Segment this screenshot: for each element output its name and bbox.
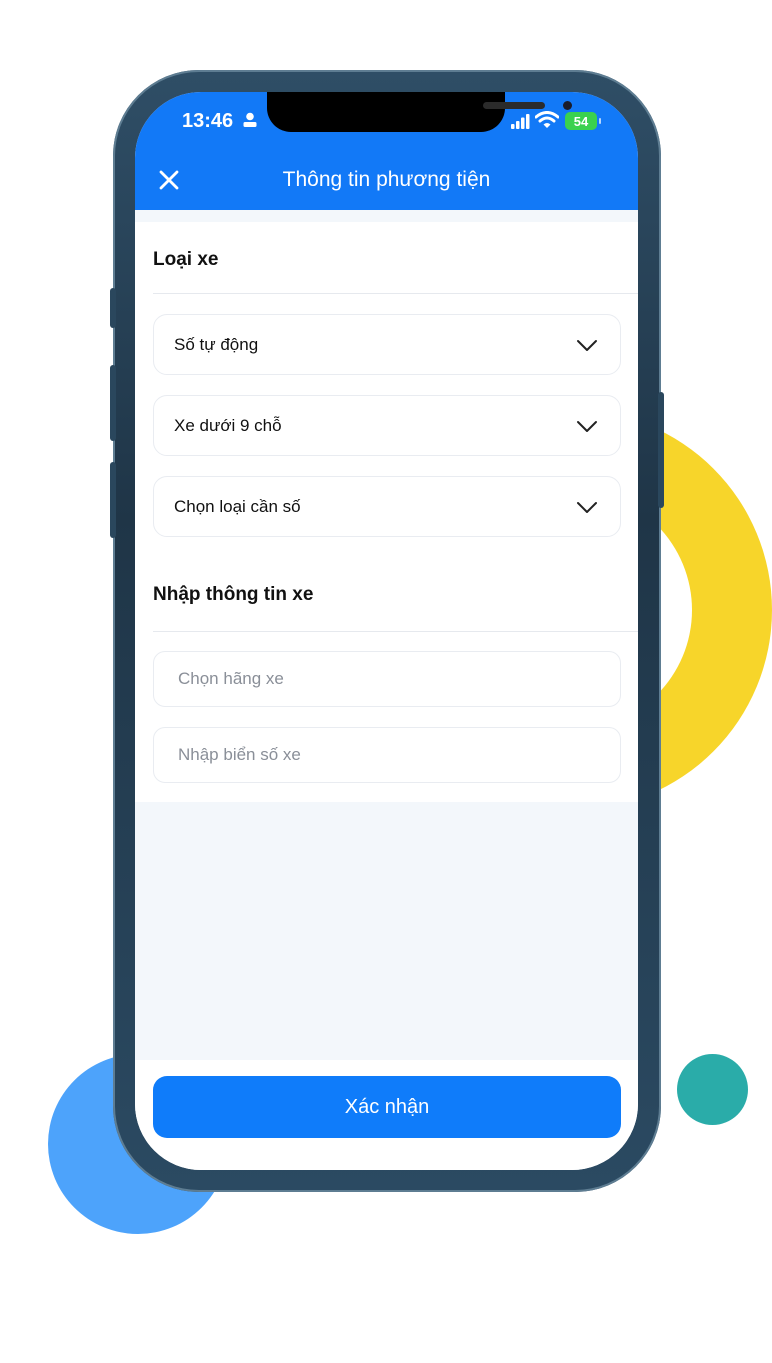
seat-count-select[interactable]: Xe dưới 9 chỗ	[153, 395, 621, 456]
app-header: 13:46 54 Thông tin phương tiện	[135, 92, 638, 210]
divider	[153, 293, 638, 294]
confirm-button[interactable]: Xác nhận	[153, 1076, 621, 1138]
license-plate-field[interactable]	[153, 727, 621, 783]
divider	[153, 631, 638, 632]
select-label: Chọn loại cần số	[174, 497, 301, 516]
silent-switch	[110, 288, 116, 328]
power-button	[658, 392, 664, 508]
battery-level: 54	[573, 113, 589, 129]
vehicle-form: Loại xe Số tự động Xe dưới 9 chỗ Chọn lo…	[135, 222, 638, 802]
car-brand-input[interactable]	[154, 652, 620, 706]
license-plate-input[interactable]	[154, 728, 620, 782]
page-title: Thông tin phương tiện	[282, 168, 491, 191]
chevron-down-icon	[577, 421, 597, 432]
status-time: 13:46	[182, 110, 234, 132]
speaker	[483, 102, 545, 109]
car-brand-field[interactable]	[153, 651, 621, 707]
wifi-icon	[535, 111, 559, 128]
vehicle-info-heading: Nhập thông tin xe	[153, 584, 314, 605]
vehicle-type-heading: Loại xe	[153, 249, 219, 270]
chevron-down-icon	[577, 502, 597, 513]
cellular-signal-icon	[511, 114, 530, 129]
select-label: Số tự động	[174, 335, 259, 354]
bottom-action-bar: Xác nhận	[135, 1060, 638, 1170]
select-label: Xe dưới 9 chỗ	[174, 416, 282, 435]
volume-down-button	[110, 462, 116, 538]
notch	[267, 92, 572, 132]
chevron-down-icon	[577, 340, 597, 351]
volume-up-button	[110, 365, 116, 441]
front-camera	[563, 101, 572, 110]
decorative-teal-circle	[677, 1054, 748, 1125]
battery-icon: 54	[565, 112, 601, 130]
transmission-select[interactable]: Số tự động	[153, 314, 621, 375]
gear-type-select[interactable]: Chọn loại cần số	[153, 476, 621, 537]
person-icon	[243, 112, 257, 127]
phone-screen: 13:46 54 Thông tin phương tiện Loại xe S…	[135, 92, 638, 1170]
